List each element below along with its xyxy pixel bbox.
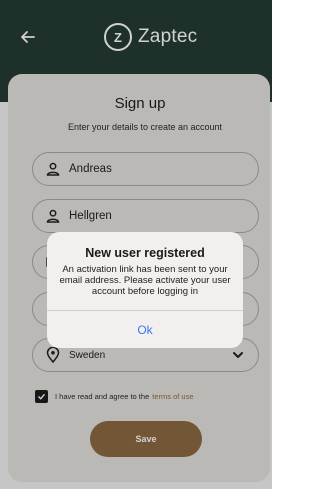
dialog-title: New user registered — [85, 246, 205, 260]
registration-dialog: New user registered An activation link h… — [47, 232, 243, 348]
ok-button[interactable]: Ok — [47, 311, 243, 348]
dialog-message: An activation link has been sent to your… — [59, 264, 231, 297]
